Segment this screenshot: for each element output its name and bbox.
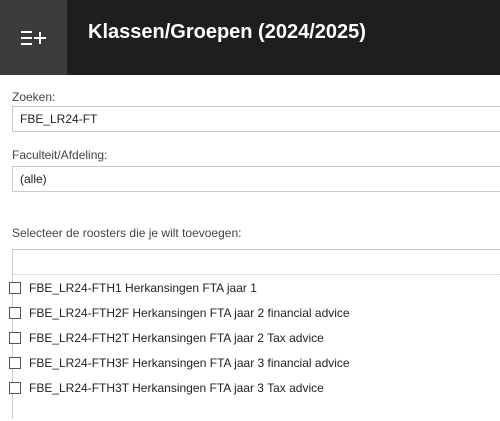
list-item[interactable]: FBE_LR24-FTH1 Herkansingen FTA jaar 1 [9, 278, 257, 298]
search-label: Zoeken: [12, 90, 56, 104]
checkbox[interactable] [9, 332, 21, 344]
list-item-label: FBE_LR24-FTH1 Herkansingen FTA jaar 1 [29, 281, 257, 295]
list-item-label: FBE_LR24-FTH3T Herkansingen FTA jaar 3 T… [29, 381, 324, 395]
checkbox[interactable] [9, 382, 21, 394]
menu-plus-button[interactable] [0, 0, 67, 75]
header-bar: Klassen/Groepen (2024/2025) [0, 0, 500, 75]
faculty-select[interactable]: (alle) [12, 166, 500, 192]
list-item[interactable]: FBE_LR24-FTH3T Herkansingen FTA jaar 3 T… [9, 378, 324, 398]
page-title: Klassen/Groepen (2024/2025) [88, 21, 366, 43]
list-item-label: FBE_LR24-FTH2F Herkansingen FTA jaar 2 f… [29, 306, 350, 320]
menu-plus-icon [20, 30, 46, 45]
faculty-label: Faculteit/Afdeling: [12, 148, 108, 162]
checkbox[interactable] [9, 357, 21, 369]
list-item[interactable]: FBE_LR24-FTH3F Herkansingen FTA jaar 3 f… [9, 353, 350, 373]
checkbox[interactable] [9, 282, 21, 294]
list-item[interactable]: FBE_LR24-FTH2T Herkansingen FTA jaar 2 T… [9, 328, 324, 348]
list-item[interactable]: FBE_LR24-FTH2F Herkansingen FTA jaar 2 f… [9, 303, 350, 323]
schedules-filter-input[interactable] [13, 250, 500, 275]
schedules-label: Selecteer de roosters die je wilt toevoe… [12, 226, 242, 240]
checkbox[interactable] [9, 307, 21, 319]
list-item-label: FBE_LR24-FTH2T Herkansingen FTA jaar 2 T… [29, 331, 324, 345]
list-item-label: FBE_LR24-FTH3F Herkansingen FTA jaar 3 f… [29, 356, 350, 370]
search-input[interactable]: FBE_LR24-FT [12, 106, 500, 132]
